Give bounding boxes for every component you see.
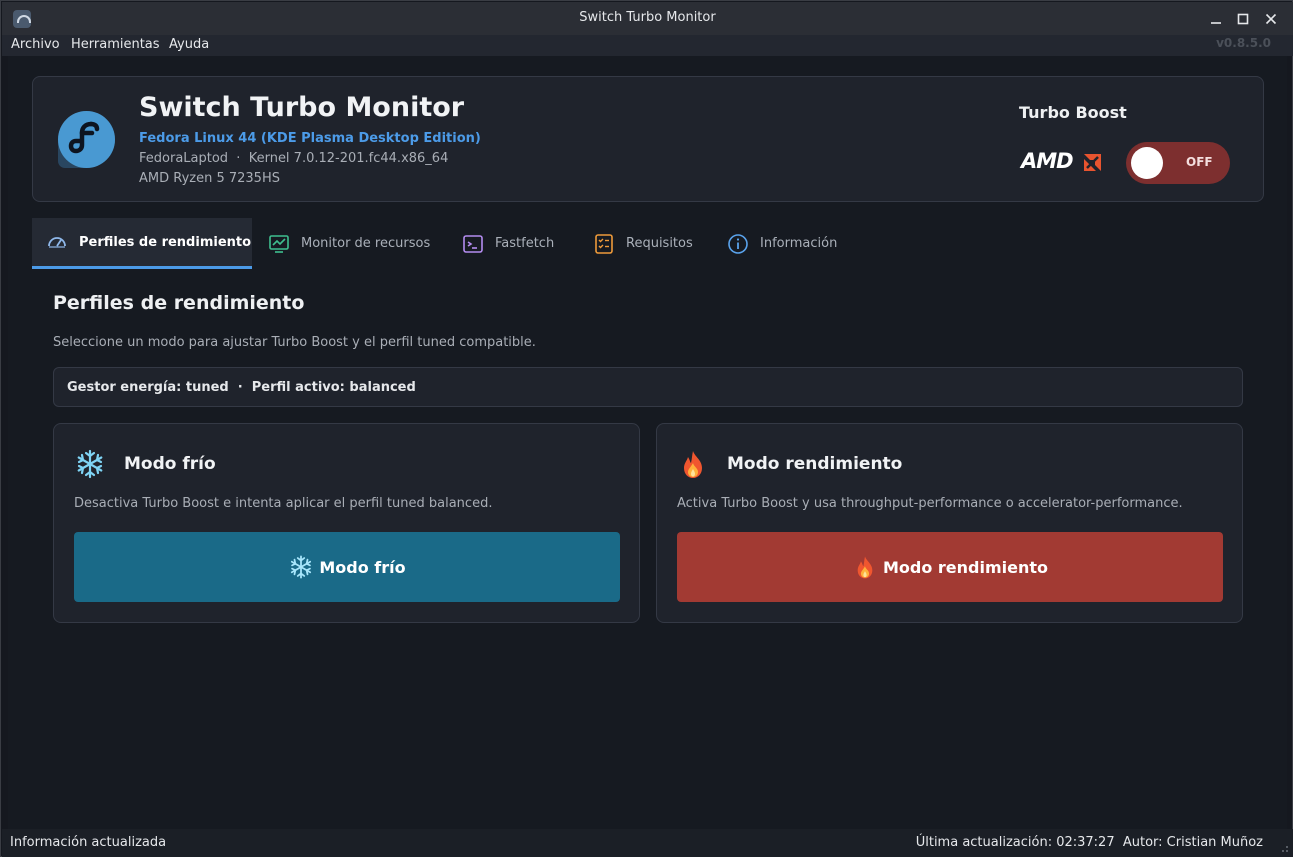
performance-mode-title: Modo rendimiento — [727, 454, 903, 474]
turbo-boost-toggle[interactable]: OFF — [1126, 142, 1230, 184]
menu-herramientas[interactable]: Herramientas — [71, 37, 160, 52]
performance-mode-description: Activa Turbo Boost y usa throughput-perf… — [677, 496, 1183, 511]
app-title: Switch Turbo Monitor — [139, 92, 465, 123]
close-button[interactable] — [1260, 8, 1282, 30]
minimize-button[interactable] — [1205, 8, 1227, 30]
menu-ayuda[interactable]: Ayuda — [169, 37, 209, 52]
tab-perfiles[interactable]: Perfiles de rendimiento — [32, 218, 252, 269]
tab-label: Fastfetch — [495, 236, 555, 251]
cold-mode-button-label: Modo frío — [319, 557, 406, 577]
cold-mode-card: Modo frío Desactiva Turbo Boost e intent… — [53, 423, 640, 623]
menu-bar: Archivo Herramientas Ayuda v0.8.5.0 — [2, 35, 1293, 56]
performance-mode-card: Modo rendimiento Activa Turbo Boost y us… — [656, 423, 1243, 623]
section-title: Perfiles de rendimiento — [53, 292, 305, 314]
resize-grip-icon[interactable] — [1277, 841, 1289, 853]
power-status-bar: Gestor energía: tuned · Perfil activo: b… — [53, 367, 1243, 407]
cold-mode-button[interactable]: Modo frío — [74, 532, 620, 602]
status-bar: Información actualizada Última actualiza… — [2, 829, 1293, 857]
amd-arrow-icon — [1084, 154, 1101, 171]
window-title: Switch Turbo Monitor — [579, 10, 716, 25]
host-kernel-info: FedoraLaptod · Kernel 7.0.12-201.fc44.x8… — [139, 151, 449, 166]
menu-archivo[interactable]: Archivo — [11, 37, 60, 52]
main-content: Switch Turbo Monitor Fedora Linux 44 (KD… — [8, 56, 1287, 829]
cold-mode-description: Desactiva Turbo Boost e intenta aplicar … — [74, 496, 493, 511]
tab-bar: Perfiles de rendimiento Monitor de recur… — [32, 218, 1264, 269]
terminal-icon — [463, 234, 483, 253]
tab-label: Perfiles de rendimiento — [79, 234, 252, 250]
fire-icon — [684, 451, 702, 478]
maximize-button[interactable] — [1232, 8, 1254, 30]
tab-label: Información — [760, 236, 838, 251]
performance-mode-button[interactable]: Modo rendimiento — [677, 532, 1223, 602]
section-description: Seleccione un modo para ajustar Turbo Bo… — [53, 335, 536, 350]
checklist-icon — [595, 233, 613, 254]
maximize-icon — [1237, 13, 1249, 25]
toggle-state-label: OFF — [1186, 155, 1213, 169]
gauge-icon — [48, 237, 66, 248]
tab-informacion[interactable]: Información — [727, 218, 837, 269]
close-icon — [1265, 13, 1277, 25]
fire-icon — [857, 556, 873, 579]
tab-requisitos[interactable]: Requisitos — [593, 218, 693, 269]
header-card: Switch Turbo Monitor Fedora Linux 44 (KD… — [32, 76, 1264, 202]
tab-label: Monitor de recursos — [301, 236, 431, 251]
tab-monitor[interactable]: Monitor de recursos — [268, 218, 430, 269]
version-label: v0.8.5.0 — [1216, 36, 1271, 50]
info-icon — [728, 233, 748, 254]
status-message: Información actualizada — [10, 835, 167, 850]
fedora-logo-icon — [58, 111, 115, 168]
app-window: Switch Turbo Monitor Archivo Herramienta… — [0, 0, 1293, 857]
tab-fastfetch[interactable]: Fastfetch — [462, 218, 554, 269]
os-name: Fedora Linux 44 (KDE Plasma Desktop Edit… — [139, 131, 481, 146]
snowflake-icon — [291, 555, 312, 579]
turbo-boost-label: Turbo Boost — [1019, 103, 1127, 122]
title-bar[interactable]: Switch Turbo Monitor — [2, 2, 1293, 35]
toggle-knob — [1131, 147, 1163, 179]
snowflake-icon — [77, 449, 103, 479]
amd-logo: AMD — [1021, 149, 1074, 173]
cpu-info: AMD Ryzen 5 7235HS — [139, 171, 280, 186]
power-status-text: Gestor energía: tuned · Perfil activo: b… — [67, 380, 416, 395]
cold-mode-title: Modo frío — [124, 454, 216, 474]
last-update-author: Última actualización: 02:37:27 Autor: Cr… — [915, 835, 1263, 850]
tab-label: Requisitos — [626, 236, 693, 251]
performance-mode-button-label: Modo rendimiento — [882, 557, 1049, 577]
minimize-icon — [1211, 22, 1221, 24]
chart-icon — [269, 234, 289, 253]
